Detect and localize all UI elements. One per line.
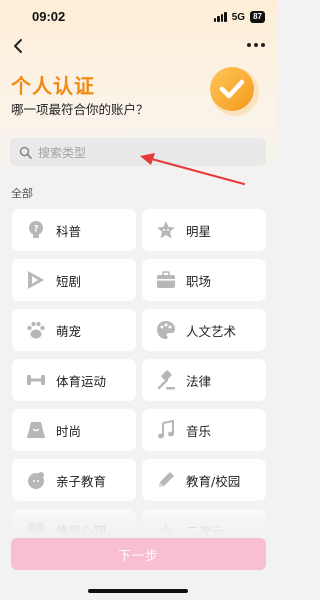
category-item[interactable]: 人文艺术 [142,309,266,351]
svg-text:?: ? [33,225,38,235]
more-icon[interactable] [247,43,265,49]
pencil-icon [155,469,177,491]
briefcase-icon [155,269,177,291]
nav-bar [0,34,277,58]
status-bar: 09:02 5G 87 [0,0,277,34]
verified-check-icon [210,67,259,116]
category-item[interactable]: 明星 [142,209,266,251]
category-label: 亲子教育 [56,473,107,489]
parenting-icon [25,469,47,491]
category-label: 法律 [186,373,212,389]
battery-icon: 87 [250,11,265,23]
category-item[interactable]: 法律 [142,359,266,401]
category-label: 音乐 [186,423,212,439]
annotation-arrow-icon [140,153,246,186]
category-label: 科普 [56,223,82,239]
star-icon [155,219,177,241]
next-button[interactable]: 下一步 [11,538,266,570]
category-label: 职场 [186,273,212,289]
category-item[interactable]: 时尚 [12,409,136,451]
paw-icon [25,319,47,341]
search-placeholder: 搜索类型 [38,145,87,160]
page-subtitle: 哪一项最符合你的账户？ [11,102,149,117]
dumbbell-icon [25,369,47,391]
category-item[interactable]: ? 科普 [12,209,136,251]
category-item[interactable]: 短剧 [12,259,136,301]
category-item[interactable]: 职场 [142,259,266,301]
category-item[interactable]: 音乐 [142,409,266,451]
palette-icon [155,319,177,341]
category-label: 时尚 [56,423,82,439]
page-title: 个人认证 [11,74,95,98]
search-icon [19,146,32,159]
category-item[interactable]: 萌宠 [12,309,136,351]
music-note-icon [155,419,177,441]
play-icon [25,269,47,291]
gavel-icon [155,369,177,391]
category-item[interactable]: 体育运动 [12,359,136,401]
network-type: 5G [231,11,246,23]
back-arrow-icon[interactable] [10,37,28,55]
category-label: 教育/校园 [186,473,241,489]
home-indicator [88,589,188,593]
category-label: 短剧 [56,273,82,289]
category-label: 人文艺术 [186,323,237,339]
category-label: 萌宠 [56,323,82,339]
next-button-label: 下一步 [118,547,159,563]
section-label-all: 全部 [11,187,33,200]
fashion-icon [25,419,47,441]
category-label: 体育运动 [56,373,107,389]
status-indicators: 5G 87 [213,10,265,24]
lightbulb-icon: ? [25,219,47,241]
signal-icon [213,12,227,22]
status-time: 09:02 [32,9,66,24]
category-label: 明星 [186,223,212,239]
